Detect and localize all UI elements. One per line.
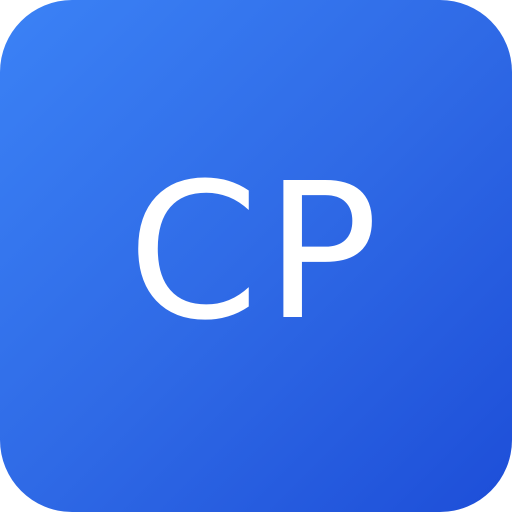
app-icon-initials: CP (127, 143, 385, 362)
app-icon[interactable]: CP (0, 0, 512, 512)
